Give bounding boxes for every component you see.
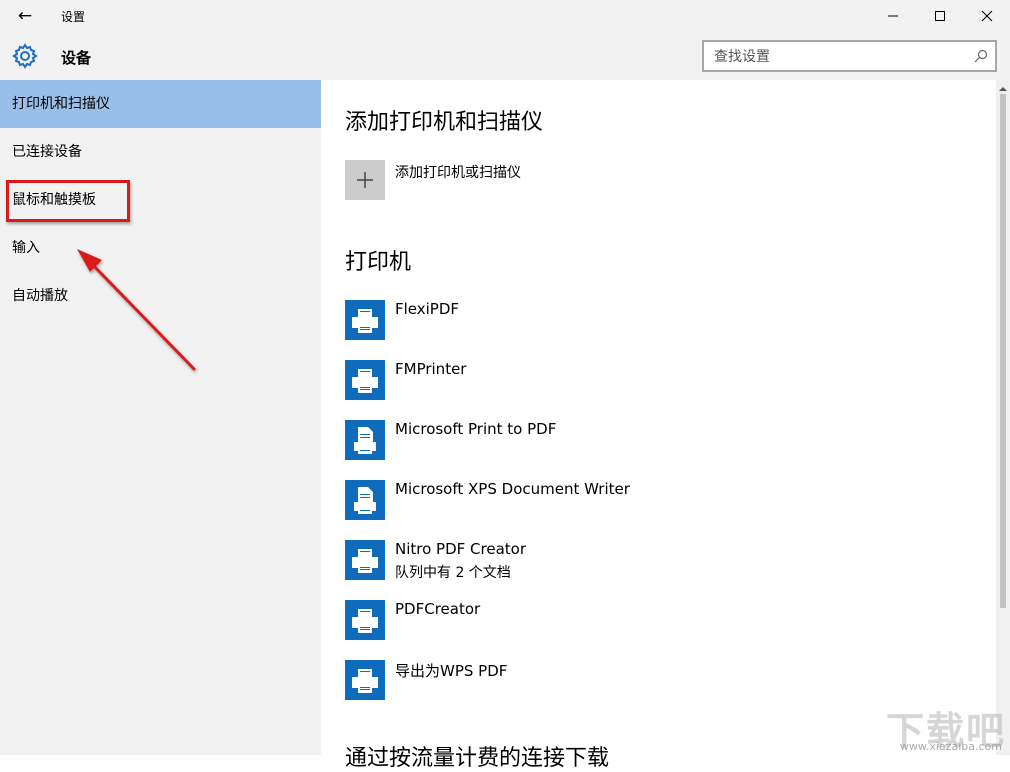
printer-status: 队列中有 2 个文档 <box>395 565 511 581</box>
scroll-up-icon[interactable] <box>999 85 1007 93</box>
printer-item[interactable]: FMPrinter <box>345 360 845 400</box>
maximize-button[interactable] <box>916 0 963 32</box>
sidebar-item-label: 自动播放 <box>12 288 68 304</box>
search-input[interactable] <box>712 46 966 68</box>
sidebar-item-label: 打印机和扫描仪 <box>12 96 110 112</box>
annotation-highlight-box <box>6 180 130 222</box>
back-arrow-icon: ← <box>17 6 33 26</box>
search-icon[interactable] <box>973 48 989 64</box>
printer-item[interactable]: Microsoft Print to PDF <box>345 420 845 460</box>
printer-icon <box>345 360 385 400</box>
printers-section-title: 打印机 <box>345 250 412 275</box>
printer-item[interactable]: Nitro PDF Creator 队列中有 2 个文档 <box>345 540 845 581</box>
maximize-icon <box>934 11 945 21</box>
content-header <box>321 0 1010 80</box>
metered-section-title: 通过按流量计费的连接下载 <box>345 746 610 771</box>
printer-item[interactable]: 导出为WPS PDF <box>345 660 845 700</box>
document-printer-icon <box>345 480 385 520</box>
add-printer-label: 添加打印机或扫描仪 <box>395 165 521 181</box>
sidebar-pane: ← 设置 设备 打印机和扫描仪 已连接设备 鼠标和触摸板 输入 自动播放 <box>0 0 321 755</box>
plus-icon <box>345 160 385 200</box>
printer-name: FMPrinter <box>395 360 467 378</box>
add-printer-button[interactable]: 添加打印机或扫描仪 <box>345 160 665 200</box>
printer-name: PDFCreator <box>395 600 481 618</box>
printer-name: 导出为WPS PDF <box>395 662 508 680</box>
close-button[interactable] <box>963 0 1010 32</box>
printer-item[interactable]: Microsoft XPS Document Writer <box>345 480 845 520</box>
sidebar-item-autoplay[interactable]: 自动播放 <box>0 272 321 320</box>
sidebar-item-label: 输入 <box>12 240 40 256</box>
sidebar-item-printers-scanners[interactable]: 打印机和扫描仪 <box>0 80 321 128</box>
minimize-button[interactable] <box>869 0 916 32</box>
content-pane: 添加打印机和扫描仪 添加打印机或扫描仪 打印机 FlexiPDF FMPrint… <box>321 0 1010 771</box>
scrollbar[interactable] <box>996 80 1010 755</box>
printer-item[interactable]: FlexiPDF <box>345 300 845 340</box>
page-title: 设备 <box>61 49 92 67</box>
watermark-url: www.xiazaiba.com <box>899 740 1002 753</box>
printer-name: Microsoft Print to PDF <box>395 420 557 438</box>
printer-icon <box>345 600 385 640</box>
scroll-thumb[interactable] <box>1000 94 1006 608</box>
sidebar-item-label: 已连接设备 <box>12 144 82 160</box>
window-title: 设置 <box>61 10 86 24</box>
window-controls <box>869 0 1010 32</box>
add-section-title: 添加打印机和扫描仪 <box>345 110 544 135</box>
sidebar-item-typing[interactable]: 输入 <box>0 224 321 272</box>
search-box <box>702 40 997 72</box>
printer-name: Nitro PDF Creator <box>395 540 527 558</box>
back-button[interactable]: ← <box>14 6 36 26</box>
gear-icon <box>12 43 38 69</box>
printer-icon <box>345 540 385 580</box>
document-printer-icon <box>345 420 385 460</box>
sidebar-item-connected-devices[interactable]: 已连接设备 <box>0 128 321 176</box>
printer-item[interactable]: PDFCreator <box>345 600 845 640</box>
minimize-icon <box>887 15 898 17</box>
printer-name: FlexiPDF <box>395 300 460 318</box>
printer-icon <box>345 660 385 700</box>
titlebar: ← 设置 <box>0 0 321 32</box>
printer-name: Microsoft XPS Document Writer <box>395 480 630 498</box>
printer-icon <box>345 300 385 340</box>
close-icon <box>981 10 992 22</box>
